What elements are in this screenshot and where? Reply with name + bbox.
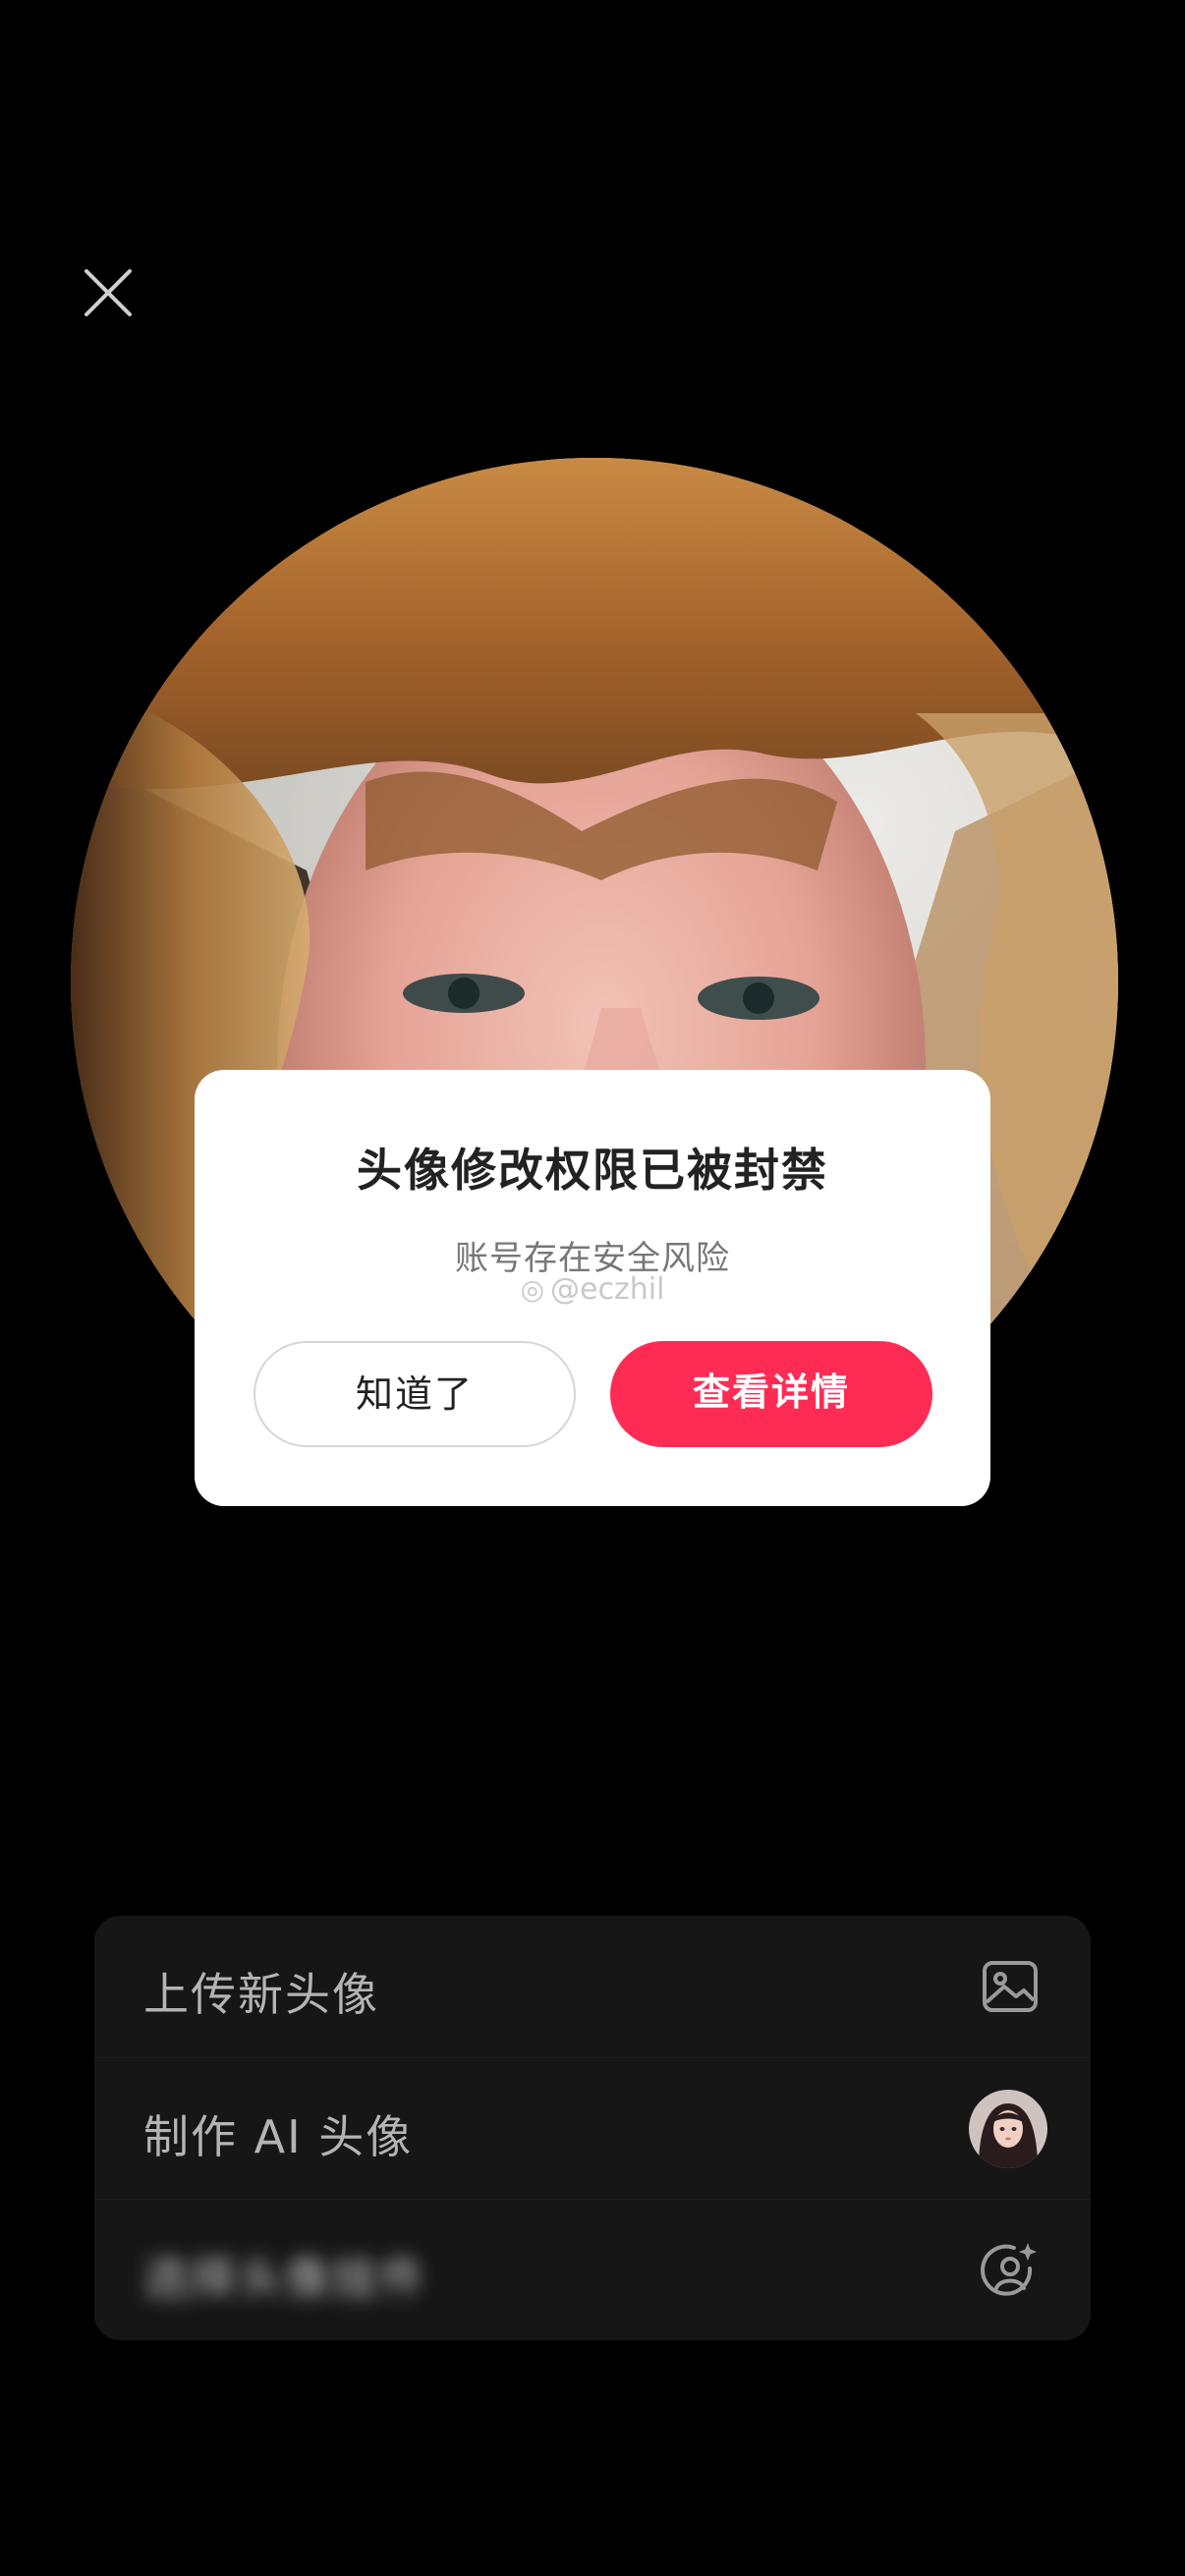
close-icon <box>85 269 132 316</box>
ai-avatar-thumbnail <box>969 2090 1047 2168</box>
ban-dialog: 头像修改权限已被封禁 账号存在安全风险 ◎ @eczhil 知道了 查看详情 <box>195 1070 990 1506</box>
upload-new-avatar-item[interactable]: 上传新头像 <box>94 1916 1091 2057</box>
image-icon <box>979 1955 1042 2018</box>
create-ai-avatar-item[interactable]: 制作 AI 头像 <box>94 2057 1091 2200</box>
weibo-icon: ◎ <box>520 1273 545 1306</box>
dialog-title: 头像修改权限已被封禁 <box>357 1144 828 1197</box>
watermark-text: @eczhil <box>550 1272 665 1307</box>
avatar-pendant-item[interactable]: 选择头像挂件 <box>94 2199 1091 2340</box>
menu-item-label: 制作 AI 头像 <box>143 2110 414 2163</box>
menu-item-label: 选择头像挂件 <box>143 2252 426 2305</box>
avatar-options-menu: 上传新头像 制作 AI 头像 选择头像挂件 <box>94 1916 1091 2340</box>
close-button[interactable] <box>79 263 138 322</box>
menu-item-label: 上传新头像 <box>143 1968 379 2021</box>
acknowledge-button[interactable]: 知道了 <box>254 1341 576 1447</box>
user-sparkle-icon <box>979 2239 1042 2302</box>
watermark: ◎ @eczhil <box>195 1272 990 1307</box>
view-details-button[interactable]: 查看详情 <box>610 1341 932 1447</box>
